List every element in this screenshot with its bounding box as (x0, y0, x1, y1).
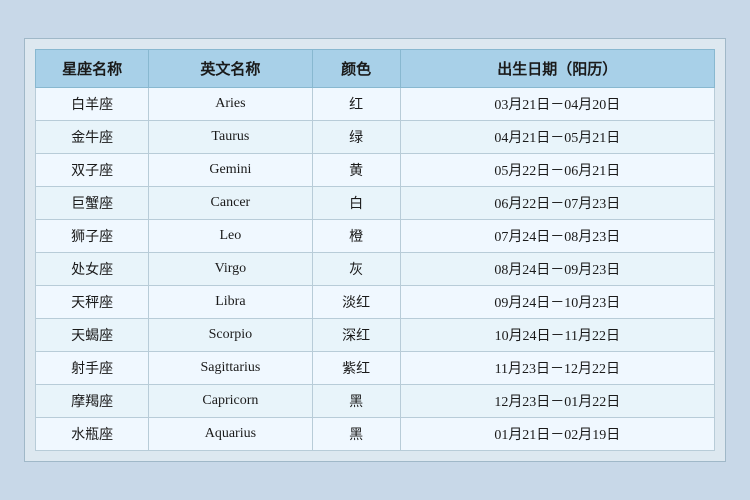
cell-date: 08月24日－09月23日 (400, 253, 714, 286)
table-row: 摩羯座Capricorn黑12月23日－01月22日 (36, 385, 715, 418)
table-row: 巨蟹座Cancer白06月22日－07月23日 (36, 187, 715, 220)
cell-english: Leo (149, 220, 312, 253)
table-row: 处女座Virgo灰08月24日－09月23日 (36, 253, 715, 286)
cell-chinese: 处女座 (36, 253, 149, 286)
cell-chinese: 水瓶座 (36, 418, 149, 451)
cell-color: 深红 (312, 319, 400, 352)
header-english: 英文名称 (149, 50, 312, 88)
cell-chinese: 射手座 (36, 352, 149, 385)
header-date: 出生日期（阳历） (400, 50, 714, 88)
cell-color: 紫红 (312, 352, 400, 385)
cell-color: 黑 (312, 385, 400, 418)
cell-date: 06月22日－07月23日 (400, 187, 714, 220)
cell-english: Capricorn (149, 385, 312, 418)
cell-color: 绿 (312, 121, 400, 154)
cell-date: 07月24日－08月23日 (400, 220, 714, 253)
cell-english: Gemini (149, 154, 312, 187)
cell-color: 白 (312, 187, 400, 220)
cell-english: Virgo (149, 253, 312, 286)
header-chinese: 星座名称 (36, 50, 149, 88)
cell-chinese: 狮子座 (36, 220, 149, 253)
cell-chinese: 双子座 (36, 154, 149, 187)
cell-chinese: 天蝎座 (36, 319, 149, 352)
table-row: 狮子座Leo橙07月24日－08月23日 (36, 220, 715, 253)
table-row: 双子座Gemini黄05月22日－06月21日 (36, 154, 715, 187)
cell-date: 03月21日－04月20日 (400, 88, 714, 121)
header-color: 颜色 (312, 50, 400, 88)
cell-color: 淡红 (312, 286, 400, 319)
cell-english: Aries (149, 88, 312, 121)
cell-chinese: 天秤座 (36, 286, 149, 319)
cell-color: 红 (312, 88, 400, 121)
cell-english: Aquarius (149, 418, 312, 451)
table-row: 天秤座Libra淡红09月24日－10月23日 (36, 286, 715, 319)
cell-date: 10月24日－11月22日 (400, 319, 714, 352)
cell-color: 黑 (312, 418, 400, 451)
table-row: 天蝎座Scorpio深红10月24日－11月22日 (36, 319, 715, 352)
cell-chinese: 白羊座 (36, 88, 149, 121)
cell-date: 12月23日－01月22日 (400, 385, 714, 418)
cell-date: 11月23日－12月22日 (400, 352, 714, 385)
cell-english: Taurus (149, 121, 312, 154)
cell-color: 灰 (312, 253, 400, 286)
cell-chinese: 摩羯座 (36, 385, 149, 418)
cell-date: 04月21日－05月21日 (400, 121, 714, 154)
cell-color: 橙 (312, 220, 400, 253)
zodiac-table-container: 星座名称 英文名称 颜色 出生日期（阳历） 白羊座Aries红03月21日－04… (24, 38, 726, 462)
cell-date: 05月22日－06月21日 (400, 154, 714, 187)
cell-english: Libra (149, 286, 312, 319)
cell-english: Cancer (149, 187, 312, 220)
table-header-row: 星座名称 英文名称 颜色 出生日期（阳历） (36, 50, 715, 88)
cell-english: Scorpio (149, 319, 312, 352)
cell-color: 黄 (312, 154, 400, 187)
table-row: 射手座Sagittarius紫红11月23日－12月22日 (36, 352, 715, 385)
table-row: 水瓶座Aquarius黑01月21日－02月19日 (36, 418, 715, 451)
table-row: 白羊座Aries红03月21日－04月20日 (36, 88, 715, 121)
cell-date: 01月21日－02月19日 (400, 418, 714, 451)
cell-english: Sagittarius (149, 352, 312, 385)
cell-date: 09月24日－10月23日 (400, 286, 714, 319)
table-row: 金牛座Taurus绿04月21日－05月21日 (36, 121, 715, 154)
zodiac-table: 星座名称 英文名称 颜色 出生日期（阳历） 白羊座Aries红03月21日－04… (35, 49, 715, 451)
cell-chinese: 巨蟹座 (36, 187, 149, 220)
cell-chinese: 金牛座 (36, 121, 149, 154)
